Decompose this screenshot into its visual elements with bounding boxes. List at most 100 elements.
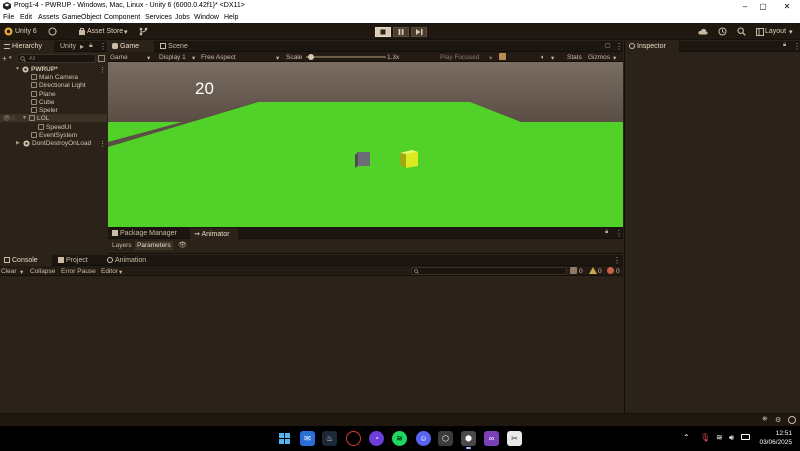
expand-arrow-icon[interactable]: ▼ xyxy=(15,66,21,72)
hierarchy-item[interactable]: Cube xyxy=(31,98,55,106)
play-focused-chevron-down-icon[interactable]: ▾ xyxy=(489,54,492,62)
aspect-dropdown[interactable]: Free Aspect xyxy=(201,54,236,61)
scale-slider-track[interactable] xyxy=(306,54,386,60)
layout-chevron-down-icon[interactable]: ▾ xyxy=(789,28,793,36)
volume-icon[interactable]: 🔊︎ xyxy=(729,433,734,443)
hierarchy-item[interactable]: SpeedUI xyxy=(38,123,71,131)
steam-icon[interactable]: ♨︎ xyxy=(322,431,337,446)
add-icon[interactable]: + xyxy=(2,54,7,63)
tab-more-arrow-icon[interactable]: ▸ xyxy=(80,42,84,51)
notification-check-icon[interactable] xyxy=(788,416,796,424)
gizmos-button[interactable]: Gizmos xyxy=(588,54,610,61)
outlook-icon[interactable]: ✉︎ xyxy=(300,431,315,446)
maximize-button[interactable]: ▢ xyxy=(752,0,774,12)
tab-console[interactable]: Console xyxy=(0,255,52,266)
menu-file[interactable]: File xyxy=(3,14,14,21)
visibility-eye-icon[interactable]: 👁︎ xyxy=(3,115,11,122)
aspect-chevron-down-icon[interactable]: ▾ xyxy=(276,54,279,62)
tab-game[interactable]: Game xyxy=(108,41,154,52)
wifi-icon[interactable]: ≋ xyxy=(716,433,723,442)
hierarchy-item[interactable]: EventSystem xyxy=(31,131,77,139)
layout-dropdown[interactable]: Layout xyxy=(765,28,786,35)
tab-animator[interactable]: ⇝ Animator xyxy=(190,228,238,239)
display-dropdown[interactable]: Display 1 xyxy=(159,54,186,61)
hierarchy-item-selected[interactable]: 👁︎ ☝︎ ▼ LOL xyxy=(0,114,107,122)
tab-animation[interactable]: Animation xyxy=(103,255,150,266)
display-chevron-down-icon[interactable]: ▾ xyxy=(192,54,195,62)
spotify-icon[interactable]: ≋ xyxy=(392,431,407,446)
hierarchy-item[interactable]: Main Camera xyxy=(31,73,78,81)
clear-chevron-down-icon[interactable]: ▾ xyxy=(20,268,23,276)
app-purple-icon[interactable]: ◔ xyxy=(369,431,384,446)
menu-window[interactable]: Window xyxy=(194,14,219,21)
maximize-panel-icon[interactable]: ▢ xyxy=(605,42,611,49)
game-menu-icon[interactable]: ⋮ xyxy=(615,42,623,51)
menu-edit[interactable]: Edit xyxy=(20,14,32,21)
menu-help[interactable]: Help xyxy=(224,14,238,21)
expand-arrow-icon[interactable]: ▶ xyxy=(16,140,22,146)
hierarchy-item[interactable]: Plane xyxy=(31,90,56,98)
tab-hierarchy[interactable]: Hierarchy xyxy=(0,41,54,52)
menu-component[interactable]: Component xyxy=(104,14,140,21)
visual-studio-icon[interactable]: ∞ xyxy=(484,431,499,446)
account-label[interactable]: Unity 6 xyxy=(15,28,37,35)
inspector-menu-icon[interactable]: ⋮ xyxy=(793,42,800,51)
debug-bug-icon[interactable]: ⛯ xyxy=(762,416,768,424)
hierarchy-menu-icon[interactable]: ⋮ xyxy=(99,42,107,51)
error-icon[interactable] xyxy=(607,267,614,274)
pick-hand-icon[interactable]: ☝︎ xyxy=(11,115,19,122)
lock-icon[interactable]: 🔒︎ xyxy=(783,42,786,49)
search-icon[interactable] xyxy=(736,26,747,37)
history-icon[interactable] xyxy=(717,26,728,37)
step-button[interactable] xyxy=(411,27,427,37)
tab-scene[interactable]: Scene xyxy=(156,41,192,52)
view-mode-dropdown[interactable]: Game xyxy=(110,54,128,61)
hierarchy-item[interactable]: Speler xyxy=(31,106,58,114)
snipping-tool-icon[interactable]: ✂︎ xyxy=(507,431,522,446)
menu-assets[interactable]: Assets xyxy=(38,14,59,21)
asset-store-button[interactable]: Asset Store xyxy=(87,28,123,35)
hierarchy-search-input[interactable]: All xyxy=(17,54,96,63)
tab-unity[interactable]: Unity xyxy=(56,41,80,52)
microphone-icon[interactable]: 🎙︎ xyxy=(700,433,710,442)
stats-button[interactable]: Stats xyxy=(567,54,582,61)
play-button[interactable] xyxy=(375,27,391,37)
opera-icon[interactable] xyxy=(346,431,361,446)
warning-icon[interactable] xyxy=(589,267,597,274)
expand-arrow-icon[interactable]: ▼ xyxy=(22,115,28,121)
game-viewport[interactable]: 20 xyxy=(108,62,623,227)
lock-icon[interactable]: 🔒︎ xyxy=(89,42,93,50)
account-dropdown-icon[interactable] xyxy=(47,26,58,37)
audio-chevron-down-icon[interactable]: ▾ xyxy=(551,54,554,62)
unity-hub-icon[interactable]: ⬡ xyxy=(438,431,453,446)
collapse-toggle[interactable]: Collapse xyxy=(30,268,55,275)
progress-icon[interactable]: ⚙︎ xyxy=(775,416,781,424)
menu-gameobject[interactable]: GameObject xyxy=(62,14,101,21)
windows-start-icon[interactable] xyxy=(277,431,292,446)
editor-dropdown[interactable]: Editor xyxy=(101,268,118,275)
console-menu-icon[interactable]: ⋮ xyxy=(613,256,621,265)
log-info-icon[interactable] xyxy=(570,267,577,274)
tab-inspector[interactable]: Inspector xyxy=(625,41,679,52)
taskbar-clock[interactable]: 12:51 03/06/2025 xyxy=(759,429,792,447)
gizmos-chevron-down-icon[interactable]: ▾ xyxy=(613,54,616,62)
console-search-input[interactable] xyxy=(411,267,567,275)
menu-services[interactable]: Services xyxy=(145,14,172,21)
menu-jobs[interactable]: Jobs xyxy=(175,14,190,21)
version-control-icon[interactable] xyxy=(138,26,149,37)
audio-speaker-icon[interactable]: 🔈︎ xyxy=(541,54,545,62)
battery-icon[interactable] xyxy=(741,434,750,440)
dont-destroy-item[interactable]: ▶ DontDestroyOnLoad xyxy=(16,139,91,147)
lock-icon[interactable]: 🔒︎ xyxy=(605,229,608,236)
mute-toggle-icon[interactable] xyxy=(499,53,506,60)
pause-button[interactable] xyxy=(393,27,409,37)
tab-package-manager[interactable]: Package Manager xyxy=(108,228,181,239)
view-mode-chevron-down-icon[interactable]: ▾ xyxy=(147,54,150,62)
tray-chevron-up-icon[interactable]: ⌃ xyxy=(683,433,690,442)
error-pause-toggle[interactable]: Error Pause xyxy=(61,268,96,275)
tab-parameters[interactable]: Parameters xyxy=(135,241,173,250)
play-focused-dropdown[interactable]: Play Focused xyxy=(440,54,479,61)
unity-editor-icon[interactable]: ⬢ xyxy=(461,431,476,449)
clear-button[interactable]: Clear xyxy=(1,268,17,275)
eye-icon[interactable]: 👁︎ xyxy=(178,241,187,249)
